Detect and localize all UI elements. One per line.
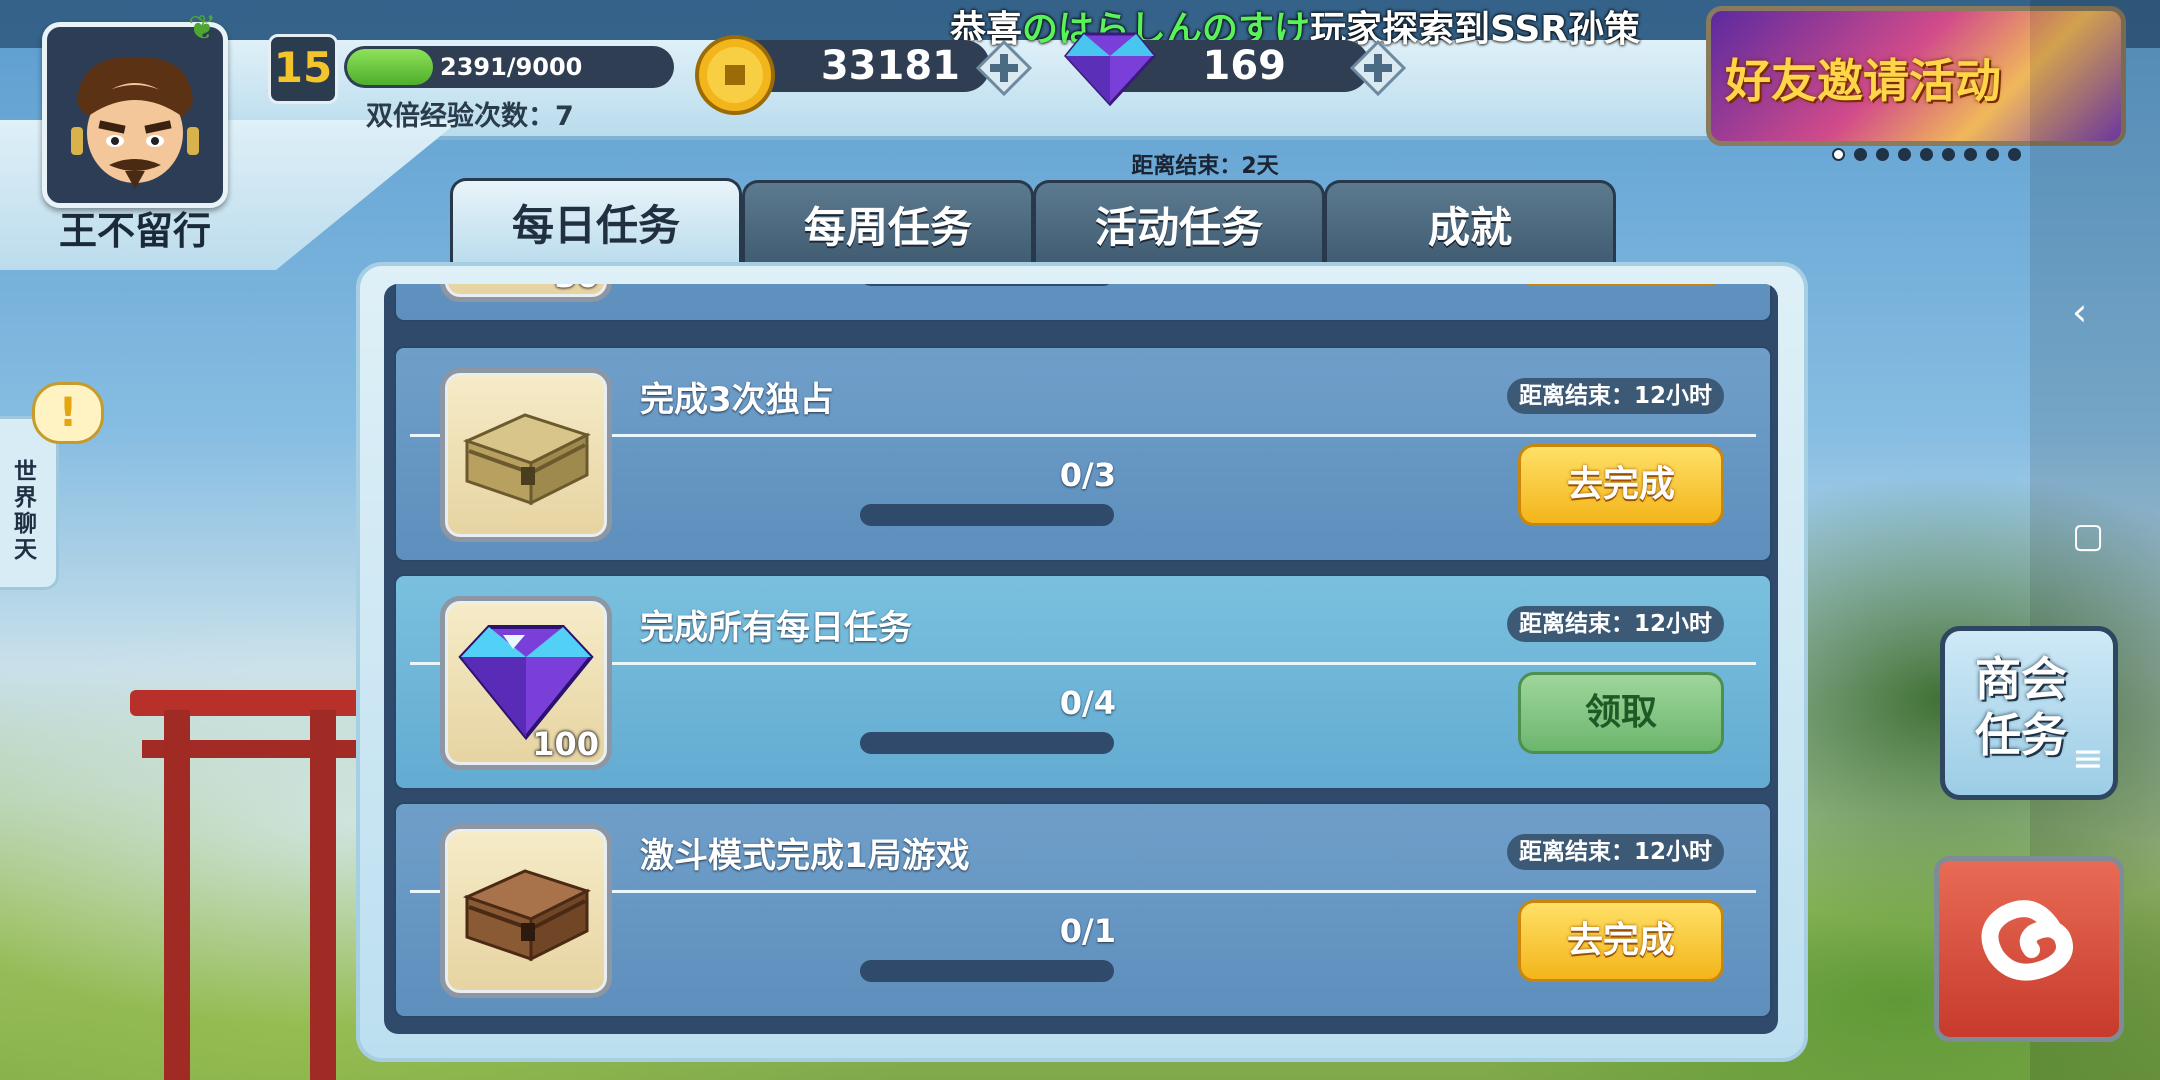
torii-gate-background: [130, 690, 370, 1080]
tab-event[interactable]: 活动任务: [1033, 180, 1325, 269]
plus-icon: [1349, 39, 1407, 97]
task-list[interactable]: 30 完成3次独占 距离结束：12小时 0/3 去完成: [384, 284, 1778, 1034]
progress-bar: [860, 284, 1114, 286]
tab-label: 成就: [1427, 203, 1512, 252]
guild-task-label-1: 商会: [1975, 652, 2067, 706]
xp-text: 2391/9000: [440, 53, 583, 81]
guild-task-label-2: 任务: [1975, 708, 2067, 762]
reward-quantity: 30: [554, 284, 599, 295]
swirl-return-icon: [1981, 900, 2073, 981]
xp-bar-fill: [347, 49, 433, 85]
task-timer: 距离结束：12小时: [1506, 378, 1724, 414]
task-row: 激斗模式完成1局游戏 距离结束：12小时 0/1 去完成: [394, 802, 1772, 1018]
tab-label: 活动任务: [1094, 203, 1263, 252]
avatar-face-icon: [71, 56, 199, 189]
gem-amount: 169: [1202, 43, 1287, 89]
task-progress-text: 0/4: [1059, 684, 1116, 722]
banner-dot[interactable]: [1876, 148, 1889, 161]
diamond-icon: [1064, 32, 1156, 106]
reward-icon-box: 100: [440, 596, 612, 770]
tab-label: 每日任务: [511, 201, 680, 250]
double-exp-count: 双倍经验次数：7: [366, 101, 574, 132]
banner-dot[interactable]: [1964, 148, 1977, 161]
gold-chest-icon: [462, 413, 591, 506]
task-timer: 距离结束：12小时: [1506, 606, 1724, 642]
task-title: 完成3次独占: [640, 380, 834, 420]
go-complete-button[interactable]: 去完成: [1518, 444, 1724, 526]
task-progress-text: 0/3: [1059, 456, 1116, 494]
add-coins-button[interactable]: [975, 39, 1033, 97]
banner-dot[interactable]: [1854, 148, 1867, 161]
task-timer: 距离结束：12小时: [1506, 834, 1724, 870]
event-end-timer: 距离结束：2天: [1131, 154, 1279, 179]
banner-pagination: [1832, 146, 2030, 165]
banner-dot[interactable]: [2008, 148, 2021, 161]
level-badge: 15: [268, 34, 338, 104]
claim-button[interactable]: 领取: [1518, 672, 1724, 754]
task-panel: 30 完成3次独占 距离结束：12小时 0/3 去完成: [356, 262, 1808, 1062]
tab-daily[interactable]: 每日任务: [450, 178, 742, 271]
coin-icon: [695, 35, 775, 115]
reward-icon-box: [440, 368, 612, 542]
banner-dot[interactable]: [1986, 148, 1999, 161]
banner-dot[interactable]: [1920, 148, 1933, 161]
sprout-icon: ❦: [188, 8, 217, 48]
tab-achievement[interactable]: 成就: [1324, 180, 1616, 269]
task-row: 100 完成所有每日任务 距离结束：12小时 0/4 领取: [394, 574, 1772, 790]
xp-bar: 2391/9000: [344, 46, 674, 88]
go-complete-button[interactable]: [1518, 284, 1724, 286]
banner-dot[interactable]: [1942, 148, 1955, 161]
tab-label: 每周任务: [803, 203, 972, 252]
world-chat-label: 世界聊天: [14, 459, 37, 563]
wooden-chest-icon: [462, 869, 591, 962]
diamond-icon: [458, 625, 594, 741]
banner-dot[interactable]: [1898, 148, 1911, 161]
task-title: 完成所有每日任务: [640, 608, 912, 648]
task-row-partial: 30: [394, 284, 1772, 322]
progress-bar: [860, 732, 1114, 754]
reward-icon-box: [440, 824, 612, 998]
task-title: 激斗模式完成1局游戏: [640, 836, 970, 876]
reward-quantity: 100: [532, 725, 599, 763]
return-button[interactable]: [1934, 856, 2124, 1042]
reward-icon-box: 30: [440, 284, 612, 302]
progress-bar: [860, 960, 1114, 982]
invite-banner-title: 好友邀请活动: [1725, 54, 2001, 108]
add-gems-button[interactable]: [1349, 39, 1407, 97]
player-avatar[interactable]: [42, 22, 228, 208]
chat-alert-icon: !: [32, 382, 104, 444]
coin-amount: 33181: [820, 43, 960, 89]
task-row: 完成3次独占 距离结束：12小时 0/3 去完成: [394, 346, 1772, 562]
banner-dot[interactable]: [1832, 148, 1845, 161]
tab-weekly[interactable]: 每周任务: [742, 180, 1034, 269]
go-complete-button[interactable]: 去完成: [1518, 900, 1724, 982]
menu-nav-icon[interactable]: ≡: [2072, 736, 2104, 780]
home-nav-icon[interactable]: ▢: [2072, 516, 2104, 556]
player-name: 王不留行: [58, 209, 211, 253]
back-nav-icon[interactable]: ‹: [2072, 290, 2087, 334]
task-progress-text: 0/1: [1059, 912, 1116, 950]
progress-bar: [860, 504, 1114, 526]
plus-icon: [975, 39, 1033, 97]
